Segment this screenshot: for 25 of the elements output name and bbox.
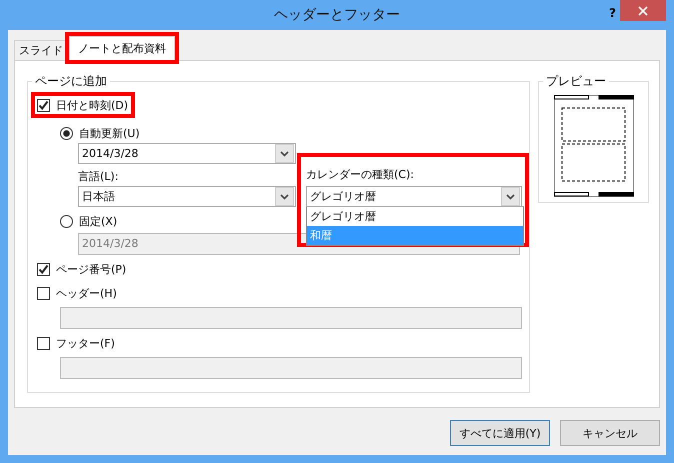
date-dropdown[interactable]: 2014/3/28 <box>78 143 296 164</box>
language-dropdown[interactable]: 日本語 <box>78 186 296 207</box>
tab[interactable]: スライド <box>14 40 68 60</box>
checkbox-label: 日付と時刻(D) <box>56 98 128 112</box>
checkbox-label: フッター(F) <box>56 336 115 350</box>
window-title: ヘッダーとフッター <box>274 6 400 24</box>
checkbox-label: ページ番号(P) <box>56 262 126 276</box>
language-label: 言語(L): <box>78 169 118 185</box>
checkbox-label: ヘッダー(H) <box>56 286 117 300</box>
preview-title: プレビュー <box>545 73 608 90</box>
help-button[interactable]: ? <box>609 6 616 20</box>
checkbox[interactable] <box>37 98 50 112</box>
dialog-button[interactable]: すべてに適用(Y) <box>450 420 550 446</box>
dialog-button[interactable]: キャンセル <box>560 420 660 446</box>
radio-label: 自動更新(U) <box>79 126 140 140</box>
tab[interactable]: ノートと配布資料 <box>69 36 175 60</box>
checkbox[interactable] <box>37 262 50 276</box>
radio-button[interactable] <box>60 126 73 140</box>
calendar-dropdown[interactable]: グレゴリオ暦 <box>306 186 522 207</box>
calendar-label: カレンダーの種類(C): <box>306 167 415 183</box>
dropdown-option[interactable]: グレゴリオ暦 <box>307 207 523 226</box>
close-icon <box>638 6 648 16</box>
close-button[interactable] <box>620 0 666 21</box>
group-title: ページに追加 <box>34 73 108 90</box>
radio-label: 固定(X) <box>79 214 118 228</box>
